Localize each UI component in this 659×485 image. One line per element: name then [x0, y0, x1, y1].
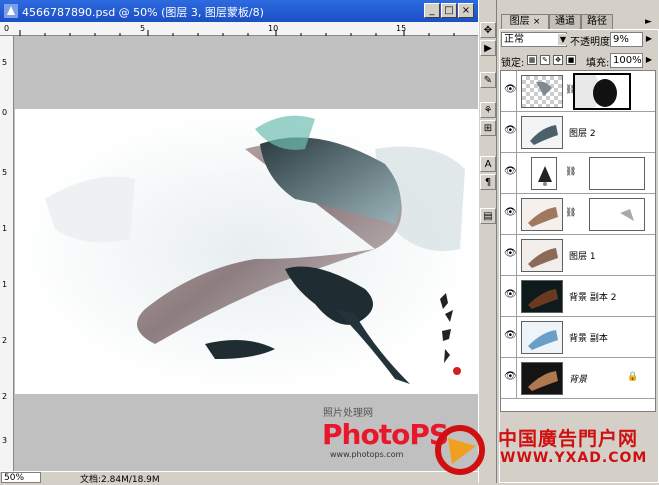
layer-mask-thumbnail[interactable] — [573, 73, 631, 110]
play-icon[interactable]: ▶ — [480, 40, 496, 56]
opacity-arrow-icon[interactable]: ▶ — [644, 32, 654, 47]
tab-layers-label: 图层 — [509, 16, 530, 27]
tab-layers[interactable]: 图层 × — [501, 14, 549, 29]
opacity-label: 不透明度: — [570, 37, 614, 48]
layer-name: 背景 副本 — [569, 334, 608, 344]
layers-list[interactable]: 👁 ⛓ 👁 图层 2 👁 ⛓ 👁 ⛓ 👁 图层 1 👁 背景 副本 2 👁 背景… — [500, 70, 656, 412]
brush-tool-icon[interactable]: ✎ — [480, 72, 496, 88]
document-window: 4566787890.psd @ 50% (图层 3, 图层蒙板/8) _ □ … — [0, 0, 478, 485]
eye-icon[interactable]: 👁 — [504, 248, 517, 260]
panel-menu-icon[interactable]: ► — [645, 17, 652, 27]
eye-icon[interactable]: 👁 — [504, 371, 517, 383]
eye-icon[interactable]: 👁 — [504, 166, 517, 178]
lock-icon: 🔒 — [627, 372, 639, 382]
layer-name: 图层 2 — [569, 129, 596, 139]
ruler-tick-label: 1 — [2, 224, 8, 233]
eye-icon[interactable]: 👁 — [504, 330, 517, 342]
tab-paths[interactable]: 路径 — [581, 14, 613, 29]
layer-row[interactable]: 👁 ⛓ — [501, 71, 655, 112]
eye-icon[interactable]: 👁 — [504, 289, 517, 301]
fill-arrow-icon[interactable]: ▶ — [644, 53, 654, 68]
ruler-tick-label: 2 — [2, 392, 8, 401]
watermark-url: www.photops.com — [330, 450, 404, 459]
ruler-tick-label: 5 — [2, 58, 8, 67]
layer-name: 图层 1 — [569, 252, 596, 262]
lock-position-icon[interactable]: ✥ — [553, 55, 563, 65]
layer-name: 背景 — [569, 375, 588, 385]
fill-input[interactable]: 100% — [610, 53, 643, 68]
tab-channels[interactable]: 通道 — [549, 14, 581, 29]
blend-mode-select[interactable]: 正常 ▼ — [501, 32, 568, 47]
paragraph-icon[interactable]: ¶ — [480, 174, 496, 190]
layers-panel: 图层 × 通道 路径 ► 正常 ▼ 不透明度: 9% ▶ 锁定: ▦ ✎ ✥ ■… — [497, 0, 659, 483]
layer-row[interactable]: 👁 图层 2 — [501, 112, 655, 153]
layer-thumbnail[interactable] — [521, 280, 563, 313]
ruler-tick-label: 0 — [2, 108, 8, 117]
eye-icon[interactable]: 👁 — [504, 125, 517, 137]
layer-thumbnail[interactable] — [521, 362, 563, 395]
eye-icon[interactable]: 👁 — [504, 84, 517, 96]
lock-label: 锁定: — [501, 58, 525, 69]
history-brush-icon[interactable]: ⊞ — [480, 120, 496, 136]
lock-transparent-icon[interactable]: ▦ — [527, 55, 537, 65]
layer-thumbnail[interactable] — [521, 116, 563, 149]
lock-all-icon[interactable]: ■ — [566, 55, 576, 65]
layer-comp-icon[interactable]: ▤ — [480, 208, 496, 224]
ruler-tick-label: 3 — [2, 436, 8, 445]
document-size-info[interactable]: 文档:2.84M/18.9M — [80, 472, 160, 485]
layer-row[interactable]: 👁 背景 副本 — [501, 317, 655, 358]
ruler-vertical[interactable]: 5 0 5 1 1 2 2 3 — [0, 36, 14, 473]
stamp-tool-icon[interactable]: ⚘ — [480, 102, 496, 118]
text-tool-icon[interactable]: A — [480, 156, 496, 172]
layer-row[interactable]: 👁 ⛓ — [501, 153, 655, 194]
eye-icon[interactable]: 👁 — [504, 207, 517, 219]
layer-thumbnail[interactable] — [521, 321, 563, 354]
yxad-english-text: WWW.YXAD.COM — [500, 450, 648, 466]
ruler-tick-label: 2 — [2, 336, 8, 345]
move-tool-icon[interactable]: ✥ — [480, 22, 496, 38]
layer-mask-thumbnail[interactable] — [589, 198, 645, 231]
close-icon[interactable]: × — [533, 17, 541, 27]
ruler-horizontal[interactable]: 0 5 10 15 — [0, 22, 478, 36]
ruler-tick-label: 1 — [2, 280, 8, 289]
maximize-button[interactable]: □ — [441, 3, 457, 18]
zoom-field[interactable]: 50% — [1, 472, 41, 483]
minimize-button[interactable]: _ — [424, 3, 440, 18]
layer-thumbnail[interactable] — [521, 239, 563, 272]
tool-strip: ✥ ▶ ✎ ⚘ ⊞ A ¶ ▤ — [478, 0, 497, 483]
photoshop-icon — [3, 3, 19, 19]
document-image[interactable] — [15, 109, 478, 394]
layer-mask-thumbnail[interactable] — [589, 157, 645, 190]
opacity-input[interactable]: 9% — [610, 32, 643, 47]
lock-pixels-icon[interactable]: ✎ — [540, 55, 550, 65]
blend-mode-value: 正常 — [504, 34, 524, 45]
fill-label: 填充: — [586, 58, 610, 69]
link-icon[interactable]: ⛓ — [565, 208, 576, 218]
layer-thumbnail[interactable] — [521, 198, 563, 231]
window-title: 4566787890.psd @ 50% (图层 3, 图层蒙板/8) — [22, 6, 264, 19]
title-bar[interactable]: 4566787890.psd @ 50% (图层 3, 图层蒙板/8) _ □ … — [0, 0, 478, 22]
link-icon[interactable]: ⛓ — [565, 167, 576, 177]
watermark-subtitle: 照片处理网 — [323, 408, 373, 419]
layer-name: 背景 副本 2 — [569, 293, 617, 303]
layer-row[interactable]: 👁 ⛓ — [501, 194, 655, 235]
chevron-down-icon[interactable]: ▼ — [558, 34, 568, 45]
layer-row[interactable]: 👁 背景 🔒 — [501, 358, 655, 399]
yxad-chinese-text: 中国廣告門户网 — [498, 428, 639, 450]
layer-row[interactable]: 👁 背景 副本 2 — [501, 276, 655, 317]
close-button[interactable]: × — [458, 3, 474, 18]
layer-thumbnail[interactable] — [521, 75, 563, 108]
status-bar: 50% 文档:2.84M/18.9M — [0, 471, 478, 485]
adjustment-layer-icon[interactable] — [531, 157, 557, 190]
ruler-tick-label: 5 — [2, 168, 8, 177]
canvas-area[interactable] — [15, 37, 478, 473]
layer-row[interactable]: 👁 图层 1 — [501, 235, 655, 276]
